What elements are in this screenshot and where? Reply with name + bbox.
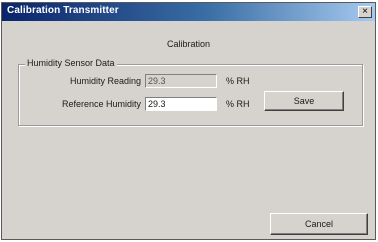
humidity-reading-field (145, 74, 217, 88)
save-button[interactable]: Save (264, 91, 344, 111)
calibration-dialog: Calibration Transmitter × Calibration Hu… (1, 2, 376, 240)
group-legend: Humidity Sensor Data (25, 58, 117, 68)
window-title: Calibration Transmitter (7, 5, 119, 16)
page-title: Calibration (166, 39, 211, 49)
close-icon: × (362, 6, 368, 17)
reference-humidity-label: Reference Humidity (61, 99, 141, 109)
humidity-reading-label: Humidity Reading (69, 76, 141, 86)
reference-humidity-unit: % RH (226, 99, 250, 109)
reference-humidity-input[interactable] (145, 97, 217, 111)
close-button[interactable]: × (358, 6, 372, 18)
title-bar[interactable]: Calibration Transmitter × (2, 3, 375, 21)
humidity-reading-unit: % RH (226, 76, 250, 86)
cancel-button[interactable]: Cancel (270, 213, 368, 235)
